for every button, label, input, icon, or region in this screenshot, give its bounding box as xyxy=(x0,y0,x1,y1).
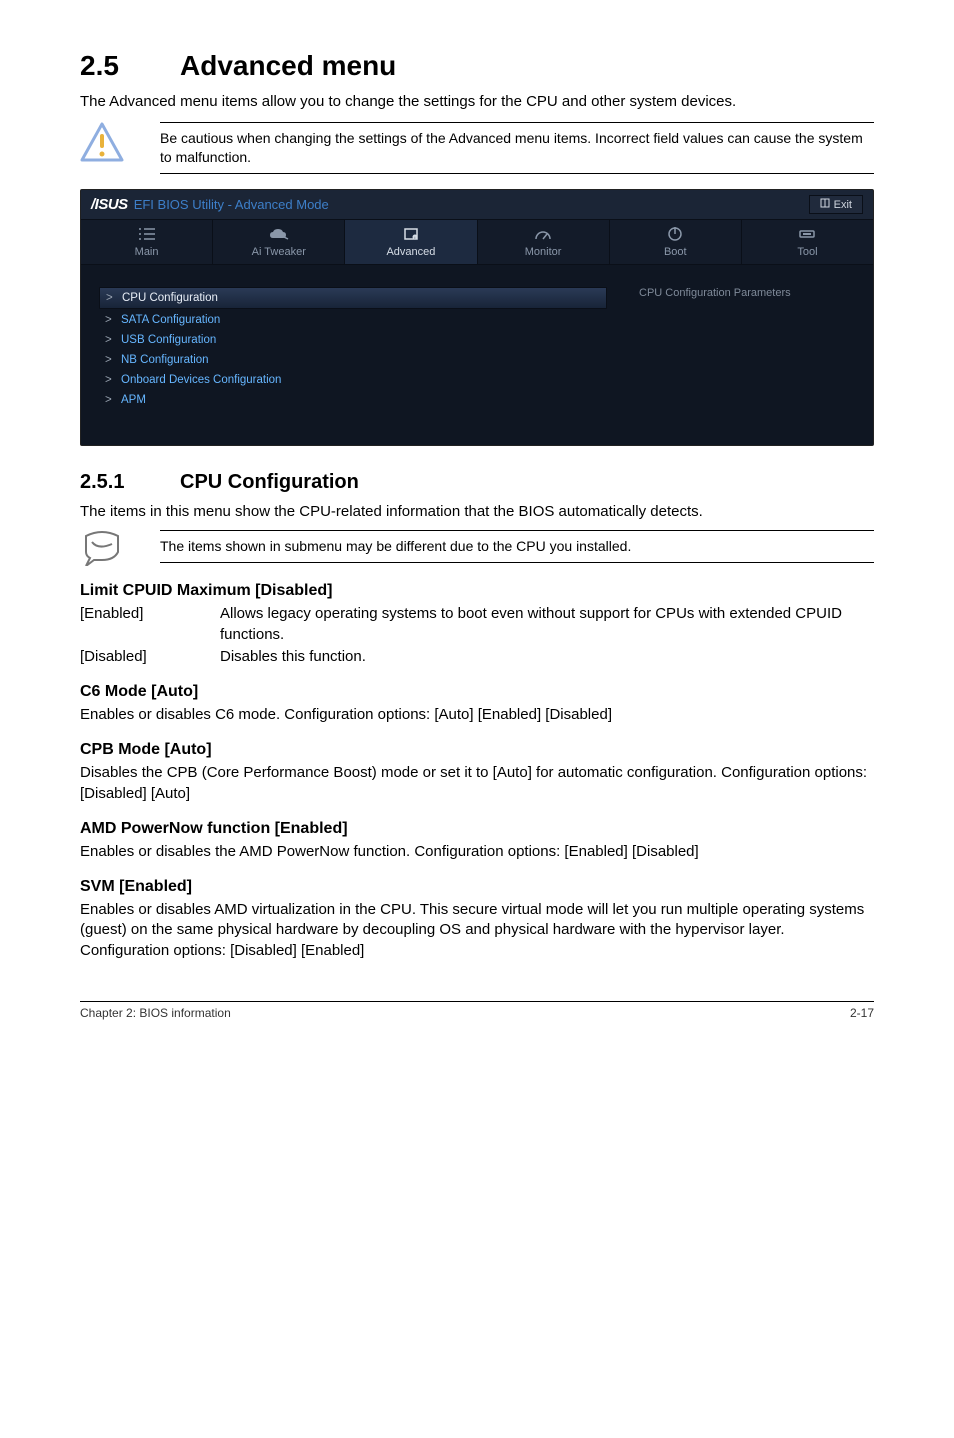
option-value: Disables this function. xyxy=(220,647,874,667)
subsection-number: 2.5.1 xyxy=(80,471,180,494)
exit-button[interactable]: Exit xyxy=(809,195,863,214)
chevron-right-icon: > xyxy=(106,292,116,304)
option-row: [Enabled] Allows legacy operating system… xyxy=(80,604,874,645)
exit-icon xyxy=(820,198,830,211)
exit-label: Exit xyxy=(834,199,852,211)
bios-header: /ISUS EFI BIOS Utility - Advanced Mode E… xyxy=(81,190,873,220)
tool-icon xyxy=(742,224,873,244)
subsection-intro: The items in this menu show the CPU-rela… xyxy=(80,502,874,522)
svg-text:i: i xyxy=(414,235,415,240)
footer-left: Chapter 2: BIOS information xyxy=(80,1006,231,1020)
tab-boot[interactable]: Boot xyxy=(610,220,742,264)
warning-text: Be cautious when changing the settings o… xyxy=(160,122,874,174)
menu-item-nb-configuration[interactable]: > NB Configuration xyxy=(99,350,607,370)
section-heading: 2.5Advanced menu xyxy=(80,50,874,82)
menu-item-usb-configuration[interactable]: > USB Configuration xyxy=(99,330,607,350)
gauge-icon xyxy=(478,224,609,244)
menu-item-cpu-configuration[interactable]: > CPU Configuration xyxy=(99,287,607,309)
chevron-right-icon: > xyxy=(105,374,115,386)
warning-icon xyxy=(80,122,140,162)
tab-advanced[interactable]: i Advanced xyxy=(345,220,477,264)
warning-notice: Be cautious when changing the settings o… xyxy=(80,122,874,174)
option-body-svm: Enables or disables AMD virtualization i… xyxy=(80,900,874,961)
option-body-c6: Enables or disables C6 mode. Configurati… xyxy=(80,705,874,725)
menu-item-label: NB Configuration xyxy=(121,354,209,366)
menu-item-label: USB Configuration xyxy=(121,334,216,346)
tab-main[interactable]: Main xyxy=(81,220,213,264)
power-icon xyxy=(610,224,741,244)
note-text: The items shown in submenu may be differ… xyxy=(160,530,874,563)
menu-item-label: SATA Configuration xyxy=(121,314,220,326)
chevron-right-icon: > xyxy=(105,394,115,406)
option-key: [Enabled] xyxy=(80,604,220,645)
option-body-powernow: Enables or disables the AMD PowerNow fun… xyxy=(80,842,874,862)
option-body-cpb: Disables the CPB (Core Performance Boost… xyxy=(80,763,874,804)
tab-label: Tool xyxy=(742,246,873,258)
option-heading-limit-cpuid: Limit CPUID Maximum [Disabled] xyxy=(80,582,874,600)
menu-item-onboard-devices[interactable]: > Onboard Devices Configuration xyxy=(99,370,607,390)
section-title-text: Advanced menu xyxy=(180,50,396,81)
tab-label: Ai Tweaker xyxy=(213,246,344,258)
option-heading-c6: C6 Mode [Auto] xyxy=(80,683,874,701)
option-heading-cpb: CPB Mode [Auto] xyxy=(80,741,874,759)
help-text: CPU Configuration Parameters xyxy=(639,287,859,299)
tab-tool[interactable]: Tool xyxy=(742,220,873,264)
option-value: Allows legacy operating systems to boot … xyxy=(220,604,874,645)
bios-screenshot: /ISUS EFI BIOS Utility - Advanced Mode E… xyxy=(80,189,874,446)
option-key: [Disabled] xyxy=(80,647,220,667)
option-heading-svm: SVM [Enabled] xyxy=(80,878,874,896)
tab-ai-tweaker[interactable]: Ai Tweaker xyxy=(213,220,345,264)
note-icon xyxy=(80,530,140,566)
menu-item-label: Onboard Devices Configuration xyxy=(121,374,281,386)
tab-label: Main xyxy=(81,246,212,258)
tab-monitor[interactable]: Monitor xyxy=(478,220,610,264)
subsection-title-text: CPU Configuration xyxy=(180,471,359,493)
option-heading-powernow: AMD PowerNow function [Enabled] xyxy=(80,820,874,838)
info-notice: The items shown in submenu may be differ… xyxy=(80,530,874,566)
chevron-right-icon: > xyxy=(105,354,115,366)
tab-label: Boot xyxy=(610,246,741,258)
menu-item-label: CPU Configuration xyxy=(122,292,218,304)
list-icon xyxy=(81,224,212,244)
page-footer: Chapter 2: BIOS information 2-17 xyxy=(80,1001,874,1020)
chevron-right-icon: > xyxy=(105,314,115,326)
menu-item-label: APM xyxy=(121,394,146,406)
chip-icon: i xyxy=(345,224,476,244)
footer-right: 2-17 xyxy=(850,1006,874,1020)
section-number: 2.5 xyxy=(80,50,180,82)
bios-logo: /ISUS xyxy=(91,196,128,213)
bios-header-title: EFI BIOS Utility - Advanced Mode xyxy=(134,197,329,212)
tab-label: Advanced xyxy=(345,246,476,258)
subsection-heading: 2.5.1CPU Configuration xyxy=(80,471,874,494)
tab-label: Monitor xyxy=(478,246,609,258)
cloud-icon xyxy=(213,224,344,244)
option-row: [Disabled] Disables this function. xyxy=(80,647,874,667)
menu-item-apm[interactable]: > APM xyxy=(99,390,607,410)
chevron-right-icon: > xyxy=(105,334,115,346)
section-intro: The Advanced menu items allow you to cha… xyxy=(80,92,874,112)
menu-item-sata-configuration[interactable]: > SATA Configuration xyxy=(99,310,607,330)
bios-help-panel: CPU Configuration Parameters xyxy=(625,265,873,445)
bios-menu-list: > CPU Configuration > SATA Configuration… xyxy=(81,265,625,445)
bios-tabs: Main Ai Tweaker i Advanced Monitor xyxy=(81,220,873,265)
